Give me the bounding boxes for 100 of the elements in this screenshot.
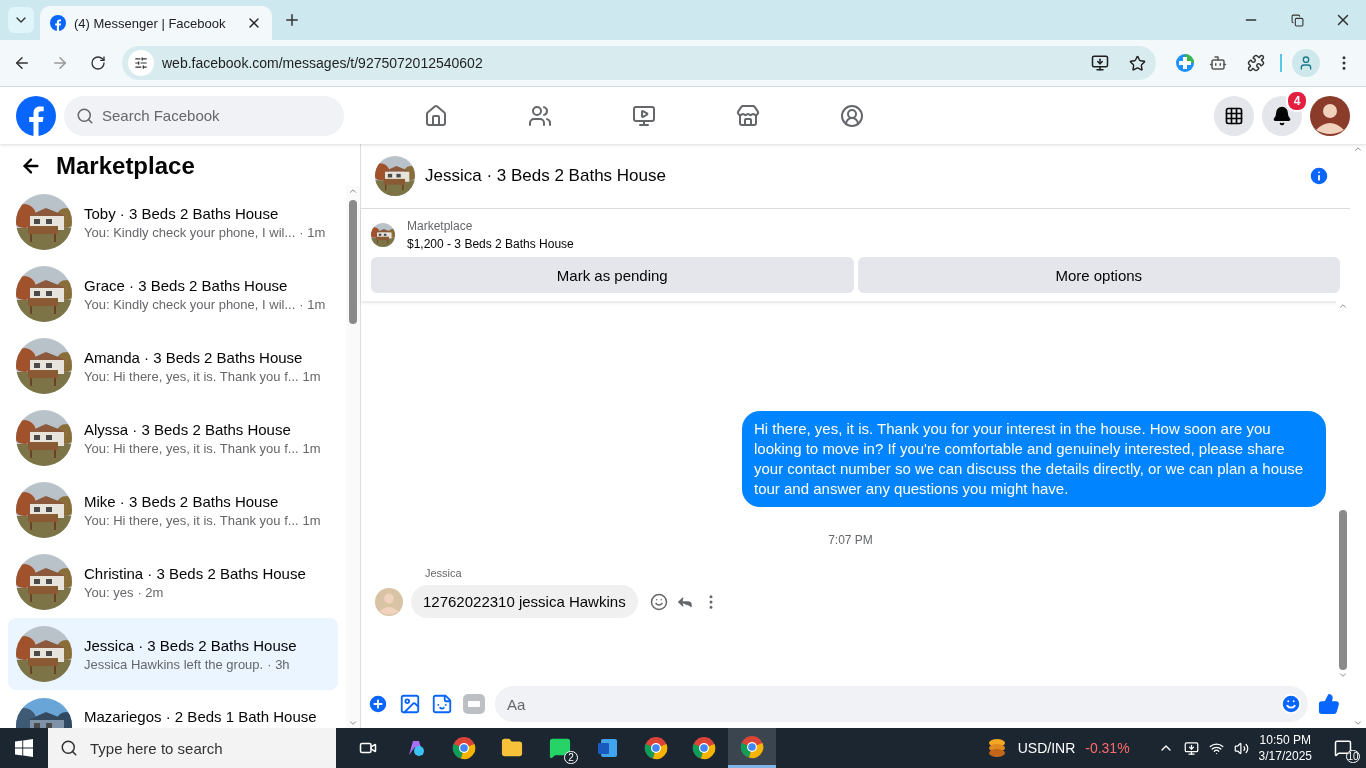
browser-tab[interactable]: (4) Messenger | Facebook: [40, 6, 272, 40]
conversation-time: · 3h: [267, 656, 290, 672]
install-app-icon[interactable]: [1091, 54, 1109, 72]
extensions-icon[interactable]: [1247, 54, 1265, 72]
restore-icon[interactable]: [1290, 13, 1304, 27]
conversation-time: · 2m: [137, 584, 164, 600]
sliders-icon: [134, 56, 148, 70]
app-badge: 2: [564, 751, 578, 764]
robot-icon[interactable]: [1209, 54, 1227, 72]
clock[interactable]: 10:50 PM 3/17/2025: [1258, 732, 1312, 764]
bookmark-star-icon[interactable]: [1129, 54, 1146, 72]
listing-title: $1,200 - 3 Beds 2 Baths House: [407, 237, 574, 251]
sidebar-title: Marketplace: [56, 152, 195, 180]
action-button[interactable]: Mark as pending: [371, 257, 854, 293]
add-icon[interactable]: [367, 693, 389, 715]
tab-title: (4) Messenger | Facebook: [74, 15, 227, 31]
conversation-item[interactable]: Grace · 3 Beds 2 Baths House You: Kindly check your phone, I wil... · 1m: [8, 258, 338, 330]
site-settings-button[interactable]: [128, 50, 154, 76]
conversation-time: · 1m: [299, 224, 326, 240]
network-icon[interactable]: [1208, 740, 1224, 756]
sender-name: Jessica: [425, 567, 463, 579]
conversation-name: Alyssa · 3 Beds 2 Baths House: [84, 420, 292, 438]
home-icon[interactable]: [424, 103, 448, 128]
back-icon[interactable]: [13, 54, 31, 72]
conversation-preview: You: yes: [84, 584, 134, 600]
extension-cross-icon[interactable]: [1176, 54, 1194, 72]
conversation-item[interactable]: Toby · 3 Beds 2 Baths House You: Kindly check your phone, I wil... · 1m: [8, 186, 338, 258]
conversation-name: Christina · 3 Beds 2 Baths House: [84, 564, 306, 582]
marketplace-icon[interactable]: [736, 103, 760, 128]
conversation-time: · 1m: [299, 296, 326, 312]
chrome-icon[interactable]: [644, 736, 668, 760]
scrollbar-thumb[interactable]: [349, 200, 357, 324]
conversation-name: Grace · 3 Beds 2 Baths House: [84, 276, 289, 294]
ticker-name: USD/INR: [1017, 740, 1076, 756]
conversation-name: Amanda · 3 Beds 2 Baths House: [84, 348, 304, 366]
search-icon: [76, 106, 94, 125]
conversation-time: 1m: [302, 368, 321, 384]
conversation-preview: You: Kindly check your phone, I wil...: [84, 224, 296, 240]
profile-button[interactable]: [1292, 49, 1320, 77]
friends-icon[interactable]: [528, 103, 552, 128]
conversation-name: Jessica · 3 Beds 2 Baths House: [84, 636, 297, 654]
notification-badge: 4: [1286, 89, 1308, 112]
address-bar[interactable]: web.facebook.com/messages/t/9275072012540602: [122, 46, 1156, 80]
conversation-preview: You: Hi there, yes, it is. Thank you f...: [84, 512, 299, 528]
chrome-icon[interactable]: [452, 736, 476, 760]
react-icon[interactable]: [649, 592, 668, 611]
chat-title: Jessica · 3 Beds 2 Baths House: [425, 166, 667, 186]
search-icon: [60, 739, 78, 757]
action-button[interactable]: More options: [857, 257, 1340, 293]
tab-list-button[interactable]: [8, 7, 34, 33]
video-icon[interactable]: [632, 103, 656, 128]
conversation-preview: You: Hi there, yes, it is. Thank you f...: [84, 368, 299, 384]
bell-icon: [1272, 105, 1292, 126]
listing-label: Marketplace: [407, 219, 474, 233]
groups-icon[interactable]: [840, 103, 864, 128]
conversation-item[interactable]: Alyssa · 3 Beds 2 Baths House You: Hi there, yes, it is. Thank you f... 1m: [8, 402, 338, 474]
conversation-name: Mazariegos · 2 Beds 1 Bath House: [84, 708, 317, 725]
message-input[interactable]: Aa: [495, 686, 1308, 722]
grid-icon: [1224, 105, 1244, 126]
taskbar-search[interactable]: Type here to search: [48, 728, 336, 768]
new-tab-icon[interactable]: [283, 11, 301, 29]
like-icon[interactable]: [1318, 693, 1340, 715]
message-bubble: Hi there, yes, it is. Thank you for your interest in the house. How soon are you looking to move in? If you're comfortable and genuinely interested, please share your contact number so we can discuss the details directly, or we can plan a house tour and answer any questions you might have.: [742, 411, 1326, 507]
info-icon[interactable]: [1308, 165, 1330, 187]
menu-button[interactable]: [1214, 95, 1254, 136]
conversation-time: 1m: [302, 512, 321, 528]
ticker-change: -0.31%: [1085, 740, 1130, 756]
avatar: [375, 587, 403, 616]
message-bubble: 12762022310 jessica Hawkins: [411, 585, 638, 618]
sticker-icon[interactable]: [431, 693, 453, 715]
notification-center-button[interactable]: 10: [1328, 733, 1358, 763]
conversation-preview: Jessica Hawkins left the group.: [84, 656, 264, 672]
avatar: [1310, 95, 1350, 136]
user-icon: [1298, 55, 1314, 71]
taskbar-button[interactable]: [728, 728, 776, 768]
conversation-preview: You: Hi there, yes, it is. Thank you f...: [84, 440, 299, 456]
chrome-icon[interactable]: [740, 734, 764, 759]
reload-icon[interactable]: [90, 55, 106, 71]
conversation-time: 1m: [302, 440, 321, 456]
conversation-preview: You: Kindly check your phone, I wil...: [84, 296, 296, 312]
conversation-name: Toby · 3 Beds 2 Baths House: [84, 204, 280, 222]
photo-icon[interactable]: [399, 693, 421, 715]
timestamp: 7:07 PM: [828, 533, 873, 547]
notification-count: 10: [1346, 750, 1360, 763]
conversation-name: Mike · 3 Beds 2 Baths House: [84, 492, 280, 510]
conversation-item[interactable]: Amanda · 3 Beds 2 Baths House You: Hi there, yes, it is. Thank you f... 1m: [8, 330, 338, 402]
conversation-item[interactable]: Mike · 3 Beds 2 Baths House You: Hi there, yes, it is. Thank you f... 1m: [8, 474, 338, 546]
chrome-icon[interactable]: [692, 736, 716, 760]
conversation-item[interactable]: Christina · 3 Beds 2 Baths House You: yes · 2m: [8, 546, 338, 618]
forward-icon[interactable]: [51, 54, 69, 72]
windows-start-icon[interactable]: [15, 739, 33, 757]
volume-icon[interactable]: [1233, 740, 1249, 756]
emoji-icon[interactable]: [1280, 693, 1302, 715]
conversation-item[interactable]: Jessica · 3 Beds 2 Baths House Jessica Hawkins left the group. · 3h: [8, 618, 338, 690]
facebook-icon: [50, 15, 66, 31]
scrollbar-thumb[interactable]: [1339, 510, 1347, 670]
facebook-logo-icon[interactable]: [16, 95, 56, 136]
tray-device-icon[interactable]: [1183, 740, 1199, 756]
search-field[interactable]: Search Facebook: [64, 95, 344, 136]
folder-icon[interactable]: [501, 737, 523, 759]
